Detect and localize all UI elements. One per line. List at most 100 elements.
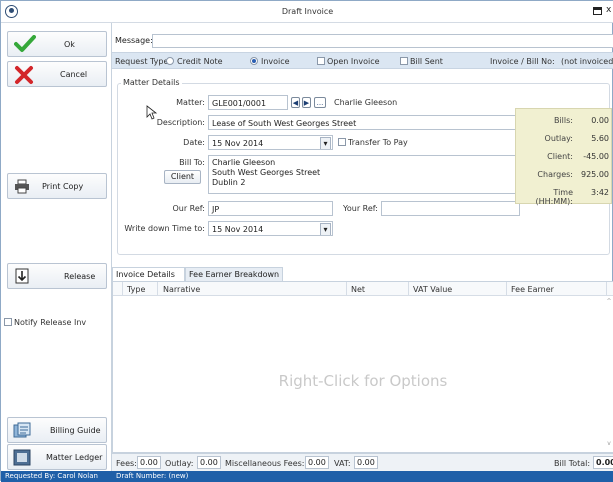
bill-to-address[interactable]: Charlie Gleeson South West Georges Stree…	[208, 155, 520, 194]
col-sep	[506, 282, 507, 296]
our-ref-label: Our Ref:	[172, 204, 205, 213]
misc-fees-label: Miscellaneous Fees:	[225, 459, 305, 468]
invoice-no-value: (not invoiced	[561, 57, 613, 66]
col-sep	[122, 282, 123, 296]
bill-sent-label: Bill Sent	[410, 57, 443, 66]
ok-label: Ok	[64, 40, 75, 49]
scroll-up-icon[interactable]: ^	[605, 298, 613, 305]
col-type[interactable]: Type	[127, 285, 145, 294]
bill-to-label: Bill To:	[179, 158, 205, 167]
summary-time-label: Time (HH:MM):	[535, 188, 573, 206]
your-ref-label: Your Ref:	[343, 204, 378, 213]
grid-scrollbar[interactable]: ^ v	[605, 296, 613, 452]
matter-ledger-label: Matter Ledger	[46, 453, 103, 462]
message-row: Message:	[112, 34, 613, 48]
vat-label: VAT:	[334, 459, 351, 468]
ok-button[interactable]: Ok	[7, 31, 107, 57]
summary-time-value: 3:42	[591, 188, 609, 197]
printer-icon	[15, 179, 29, 194]
tab-fee-earner-breakdown[interactable]: Fee Earner Breakdown	[185, 267, 283, 281]
request-type-label: Request Type:	[115, 57, 172, 66]
summary-bills-label: Bills:	[553, 116, 573, 125]
invoice-label: Invoice	[261, 57, 290, 66]
notify-release-checkbox[interactable]: Notify Release Inv	[4, 318, 86, 327]
totals-footer: Fees: 0.00 Outlay: 0.00 Miscellaneous Fe…	[112, 453, 613, 471]
release-arrow-icon	[15, 268, 29, 284]
write-down-date-picker[interactable]: 15 Nov 2014	[208, 221, 333, 236]
summary-outlay-label: Outlay:	[544, 134, 573, 143]
draft-invoice-window: Draft Invoice x Ok Cancel Print Copy Rel…	[0, 0, 613, 482]
main-content: Message: Request Type: Credit Note Invoi…	[112, 23, 613, 471]
next-matter-icon[interactable]: ▶	[302, 97, 311, 108]
bill-total-value: 0.00	[593, 456, 613, 469]
open-invoice-box[interactable]	[317, 57, 325, 65]
summary-charges-label: Charges:	[537, 170, 573, 179]
window-title: Draft Invoice	[281, 7, 334, 16]
write-down-label: Write down Time to:	[124, 224, 205, 233]
grid-header: Type Narrative Net VAT Value Fee Earner	[113, 282, 613, 296]
cancel-button[interactable]: Cancel	[7, 61, 107, 87]
draft-number: Draft Number: (new)	[116, 472, 189, 480]
invoice-no-label: Invoice / Bill No:	[490, 57, 555, 66]
billing-guide-label: Billing Guide	[50, 426, 101, 435]
matter-ledger-button[interactable]: Matter Ledger	[7, 444, 107, 470]
date-picker[interactable]: 15 Nov 2014	[208, 135, 333, 150]
col-narrative[interactable]: Narrative	[163, 285, 200, 294]
summary-outlay-value: 5.60	[591, 134, 609, 143]
billing-guide-button[interactable]: Billing Guide	[7, 417, 107, 443]
col-net[interactable]: Net	[351, 285, 365, 294]
outlay-label: Outlay:	[165, 459, 194, 468]
title-bar: Draft Invoice x	[1, 1, 613, 23]
col-vat-value[interactable]: VAT Value	[413, 285, 452, 294]
our-ref-input[interactable]: JP	[208, 201, 333, 216]
status-bar: Requested By: Carol Nolan Draft Number: …	[1, 471, 613, 482]
col-sep	[346, 282, 347, 296]
prev-matter-icon[interactable]: ◀	[291, 97, 300, 108]
invoice-details-grid[interactable]: Type Narrative Net VAT Value Fee Earner …	[112, 281, 613, 453]
left-action-pane: Ok Cancel Print Copy Release Notify Rele	[1, 23, 112, 471]
matter-details-title: Matter Details	[121, 78, 182, 87]
col-fee-earner[interactable]: Fee Earner	[511, 285, 554, 294]
cancel-x-icon	[15, 66, 33, 84]
your-ref-input[interactable]	[381, 201, 520, 216]
close-icon[interactable]: x	[606, 5, 611, 15]
message-input[interactable]	[152, 34, 613, 48]
bill-sent-box[interactable]	[400, 57, 408, 65]
misc-fees-value: 0.00	[305, 456, 329, 469]
credit-note-label: Credit Note	[177, 57, 223, 66]
message-label: Message:	[115, 36, 153, 45]
billing-guide-icon	[13, 422, 31, 438]
outlay-value: 0.00	[197, 456, 221, 469]
matter-client-name: Charlie Gleeson	[334, 98, 398, 107]
matter-ledger-icon	[13, 449, 31, 466]
print-copy-button[interactable]: Print Copy	[7, 173, 107, 199]
open-invoice-checkbox[interactable]: Open Invoice	[317, 57, 380, 66]
bill-sent-checkbox[interactable]: Bill Sent	[400, 57, 443, 66]
client-button[interactable]: Client	[164, 170, 201, 184]
requested-by: Requested By: Carol Nolan	[5, 472, 98, 480]
invoice-radio[interactable]: Invoice	[250, 57, 290, 66]
transfer-to-pay-box[interactable]	[338, 138, 346, 146]
fees-label: Fees:	[116, 459, 137, 468]
billing-summary-panel: Bills: 0.00 Outlay: 5.60 Client: -45.00 …	[515, 108, 612, 206]
matter-input[interactable]: GLE001/0001	[208, 95, 288, 110]
notify-release-box[interactable]	[4, 318, 12, 326]
bill-to-line-3: Dublin 2	[212, 178, 246, 187]
notify-release-label: Notify Release Inv	[14, 318, 87, 327]
mouse-pointer-icon	[146, 105, 158, 120]
checkmark-icon	[14, 35, 36, 52]
credit-note-radio-circle[interactable]	[166, 57, 174, 65]
credit-note-radio[interactable]: Credit Note	[166, 57, 223, 66]
matter-lookup-button[interactable]: ...	[314, 97, 326, 108]
maximize-icon[interactable]	[593, 7, 602, 15]
summary-client-value: -45.00	[583, 152, 609, 161]
release-button[interactable]: Release	[7, 263, 107, 289]
summary-client-label: Client:	[547, 152, 573, 161]
col-sep	[157, 282, 158, 296]
scroll-down-icon[interactable]: v	[605, 440, 613, 447]
tab-invoice-details[interactable]: Invoice Details	[112, 267, 185, 282]
bill-to-line-1: Charlie Gleeson	[212, 158, 276, 167]
description-input[interactable]: Lease of South West Georges Street	[208, 115, 520, 130]
transfer-to-pay-checkbox[interactable]: Transfer To Pay	[338, 138, 408, 147]
invoice-radio-circle[interactable]	[250, 57, 258, 65]
